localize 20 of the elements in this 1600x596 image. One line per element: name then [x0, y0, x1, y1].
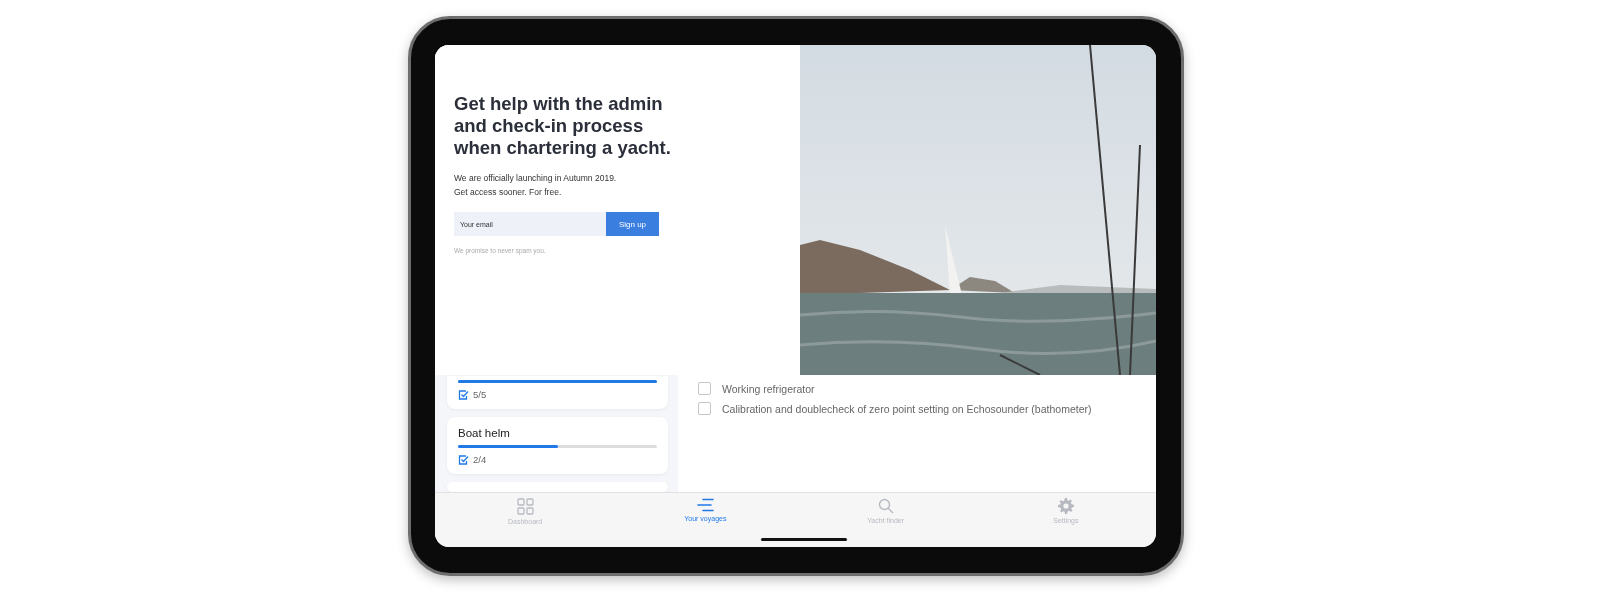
launch-text: We are officially launching in Autumn 2019.: [454, 173, 618, 183]
task-count: 2/4: [473, 454, 487, 465]
checklist-card[interactable]: 5/5: [447, 376, 668, 409]
task-count: 5/5: [473, 389, 487, 400]
signup-heading: Get help with the admin and check-in process when chartering a yacht.: [454, 93, 672, 159]
checklist-item-label: Working refrigerator: [722, 382, 815, 395]
checkbox[interactable]: [698, 382, 711, 395]
search-icon: [877, 498, 894, 514]
checklist-item-label: Calibration and doublecheck of zero point setting on Echosounder (bathometer): [722, 402, 1092, 415]
checklist-card[interactable]: [447, 482, 668, 492]
checkbox[interactable]: [698, 402, 711, 415]
edit-check-icon: [458, 389, 469, 400]
launch-text: Get access sooner. For free.: [454, 187, 563, 197]
sign-up-button[interactable]: Sign up: [606, 212, 659, 236]
grid-icon: [516, 498, 534, 515]
settings-icon: [1057, 498, 1074, 514]
edit-check-icon: [458, 454, 469, 465]
checklist-card[interactable]: Boat helm 2/4: [447, 417, 668, 474]
list-lines-icon: [696, 498, 714, 512]
card-title: Boat helm: [458, 427, 511, 439]
